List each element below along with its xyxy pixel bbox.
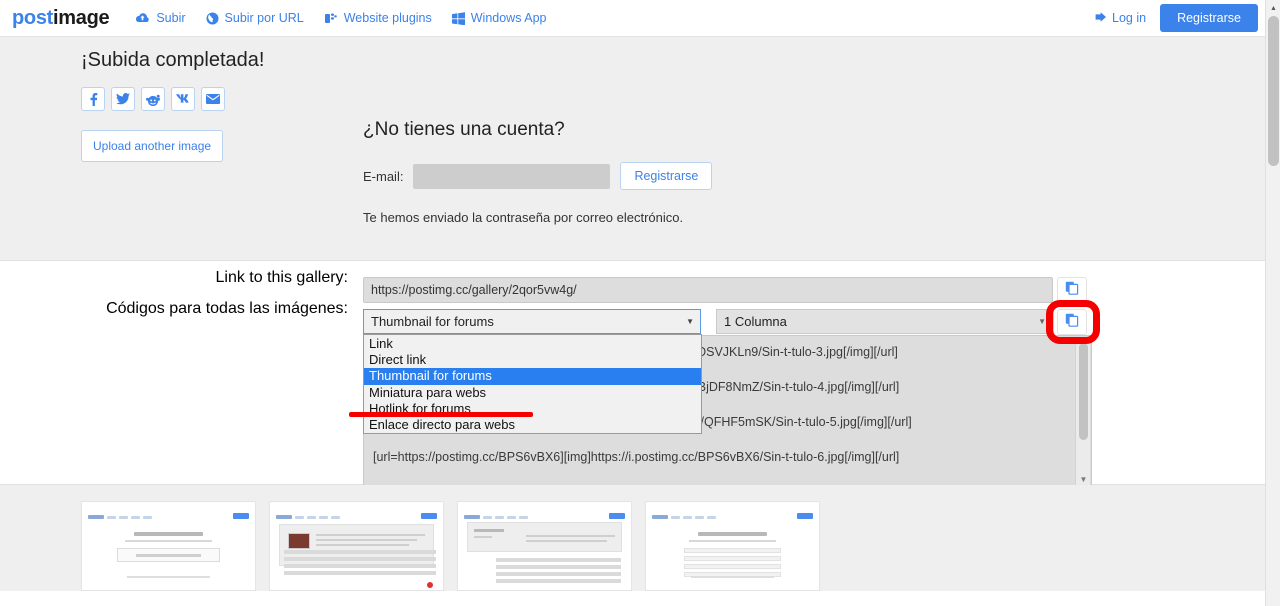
thumbnail-preview bbox=[458, 502, 631, 590]
windows-icon bbox=[451, 11, 465, 25]
thumbnail-preview bbox=[270, 502, 443, 590]
logo-text-image: image bbox=[53, 6, 110, 29]
facebook-share-button[interactable] bbox=[81, 87, 105, 111]
scroll-up-arrow-icon[interactable]: ▲ bbox=[1266, 0, 1280, 16]
upload-complete-section: ¡Subida completada! Upload another image… bbox=[0, 37, 1280, 261]
nav-label-website-plugins: Website plugins bbox=[343, 11, 432, 25]
columns-select[interactable]: 1 Columna ▼ bbox=[716, 309, 1054, 334]
create-account-box: ¿No tienes una cuenta? E-mail: Registrar… bbox=[363, 119, 713, 225]
dropdown-option-thumbnail-for-forums[interactable]: Thumbnail for forums bbox=[364, 368, 701, 385]
page-scrollbar[interactable]: ▲ bbox=[1265, 0, 1280, 606]
gallery-thumbnail-4[interactable] bbox=[645, 501, 820, 591]
twitter-share-button[interactable] bbox=[111, 87, 135, 111]
nav-item-windows-app[interactable]: Windows App bbox=[451, 11, 547, 25]
signup-button[interactable]: Registrarse bbox=[620, 162, 713, 190]
chevron-down-icon: ▼ bbox=[686, 317, 694, 326]
nav-label-windows-app: Windows App bbox=[470, 11, 547, 25]
social-share-row bbox=[81, 87, 225, 111]
dropdown-option-enlace-directo-para-webs[interactable]: Enlace directo para webs bbox=[364, 417, 701, 433]
code-type-selected-value: Thumbnail for forums bbox=[371, 314, 494, 329]
copy-icon bbox=[1065, 281, 1079, 300]
scrollbar-thumb[interactable] bbox=[1079, 343, 1088, 440]
email-label: E-mail: bbox=[363, 168, 404, 184]
gallery-link-field[interactable]: https://postimg.cc/gallery/2qor5vw4g/ bbox=[363, 277, 1053, 303]
gallery-thumbnail-3[interactable] bbox=[457, 501, 632, 591]
account-heading: ¿No tienes una cuenta? bbox=[363, 119, 565, 140]
dropdown-option-link[interactable]: Link bbox=[364, 336, 701, 352]
scrollbar-thumb[interactable] bbox=[1268, 16, 1279, 166]
thumbnail-preview bbox=[646, 502, 819, 590]
gallery-thumbnail-1[interactable] bbox=[81, 501, 256, 591]
header-actions: Log in Registrarse bbox=[1094, 4, 1258, 32]
code-line: [url=https://postimg.cc/BPS6vBX6][img]ht… bbox=[373, 450, 900, 464]
gallery-link-label: Link to this gallery: bbox=[215, 269, 348, 286]
site-header: postimage Subir Subir por URL Website pl… bbox=[0, 0, 1280, 37]
nav-item-website-plugins[interactable]: Website plugins bbox=[324, 11, 432, 25]
code-type-dropdown-list: Link Direct link Thumbnail for forums Mi… bbox=[363, 334, 702, 435]
nav-item-subir-por-url[interactable]: Subir por URL bbox=[206, 11, 304, 25]
copy-icon bbox=[1065, 313, 1079, 332]
thumbnail-preview bbox=[82, 502, 255, 590]
page-title: ¡Subida completada! bbox=[81, 49, 265, 71]
dropdown-option-hotlink-for-forums[interactable]: Hotlink for forums bbox=[364, 401, 701, 417]
email-signup-row: E-mail: Registrarse bbox=[363, 162, 713, 190]
globe-icon bbox=[206, 12, 219, 25]
upload-another-image-button[interactable]: Upload another image bbox=[81, 130, 224, 162]
password-sent-note: Te hemos enviado la contraseña por corre… bbox=[363, 210, 684, 225]
gallery-thumbnail-2[interactable] bbox=[269, 501, 444, 591]
columns-selected-value: 1 Columna bbox=[724, 314, 787, 329]
logo-text-post: post bbox=[12, 6, 54, 29]
nav-item-subir[interactable]: Subir bbox=[135, 11, 186, 25]
register-button[interactable]: Registrarse bbox=[1160, 4, 1258, 32]
nav-label-subir: Subir bbox=[156, 11, 186, 25]
chevron-down-icon: ▼ bbox=[1038, 317, 1046, 326]
codes-all-images-label: Códigos para todas las imágenes: bbox=[106, 300, 348, 317]
nav-label-subir-por-url: Subir por URL bbox=[224, 11, 304, 25]
vk-share-button[interactable] bbox=[171, 87, 195, 111]
email-share-button[interactable] bbox=[201, 87, 225, 111]
reddit-share-button[interactable] bbox=[141, 87, 165, 111]
login-arrow-icon bbox=[1094, 11, 1107, 26]
email-field[interactable] bbox=[413, 163, 611, 189]
plugin-icon bbox=[324, 12, 338, 25]
codes-textarea-scrollbar[interactable]: ▼ bbox=[1075, 337, 1091, 485]
gallery-thumbnails bbox=[0, 485, 1280, 591]
copy-codes-button[interactable] bbox=[1057, 309, 1087, 335]
login-label: Log in bbox=[1112, 11, 1147, 25]
primary-nav: Subir Subir por URL Website plugins Wind… bbox=[135, 11, 546, 25]
postimage-logo[interactable]: postimage bbox=[12, 6, 110, 30]
scroll-down-arrow-icon[interactable]: ▼ bbox=[1076, 475, 1091, 484]
copy-gallery-link-button[interactable] bbox=[1057, 277, 1087, 303]
login-link[interactable]: Log in bbox=[1094, 11, 1146, 26]
dropdown-option-direct-link[interactable]: Direct link bbox=[364, 352, 701, 368]
cloud-upload-icon bbox=[135, 12, 150, 24]
dropdown-option-miniatura-para-webs[interactable]: Miniatura para webs bbox=[364, 385, 701, 401]
code-type-select[interactable]: Thumbnail for forums ▼ bbox=[363, 309, 701, 334]
